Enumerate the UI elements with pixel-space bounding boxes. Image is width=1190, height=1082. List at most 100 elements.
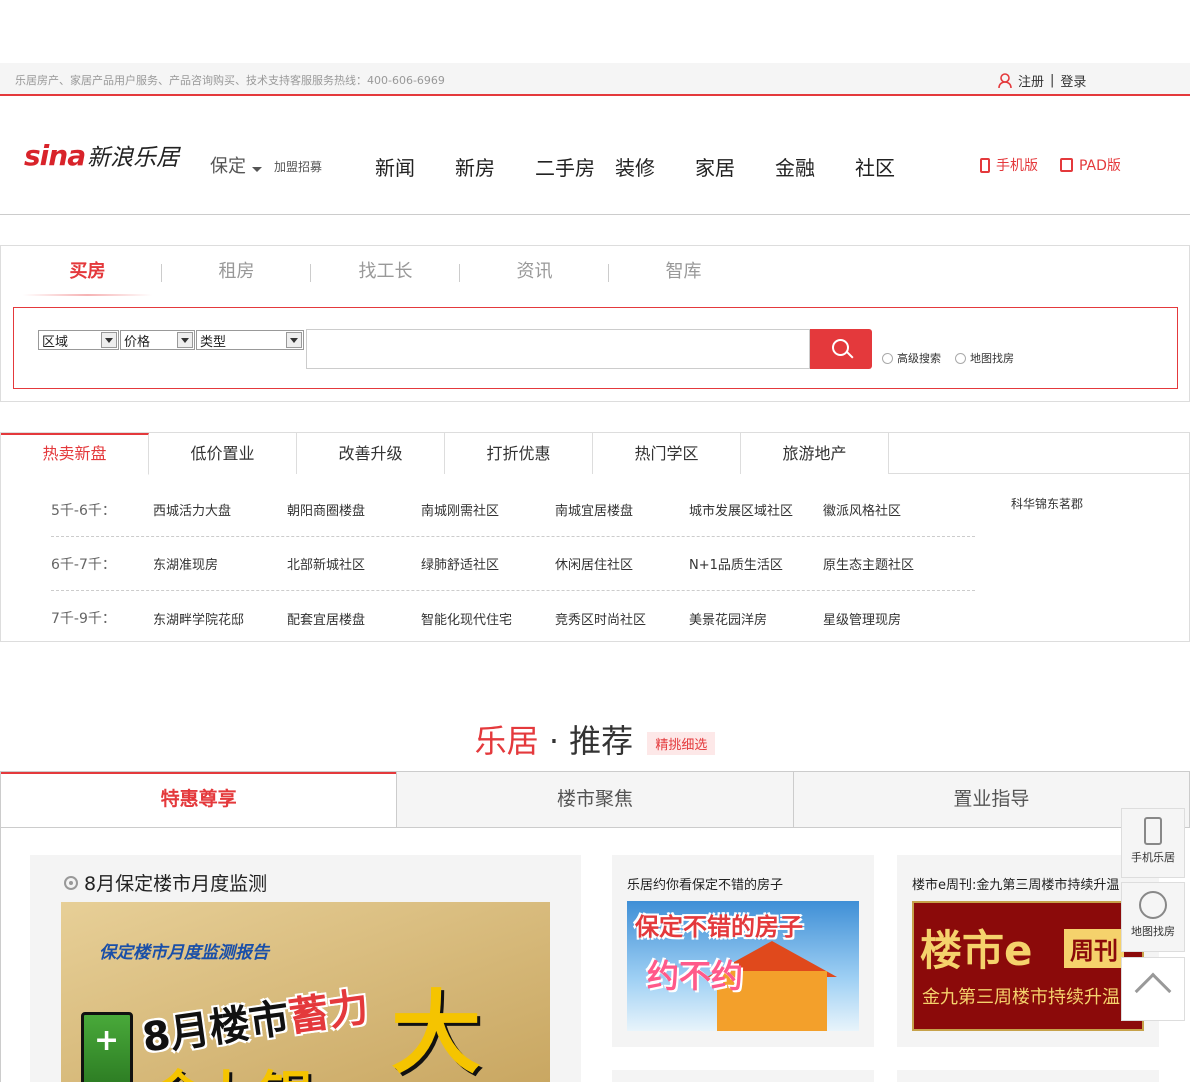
tab-market-focus[interactable]: 楼市聚焦 bbox=[396, 772, 793, 827]
price-select[interactable]: 价格 bbox=[120, 330, 195, 350]
chevron-down-icon bbox=[252, 166, 262, 172]
search-panel: 买房 租房 找工长 资讯 智库 区域 价格 类型 高级搜索 地图找房 bbox=[0, 245, 1190, 402]
target-icon bbox=[64, 875, 78, 890]
type-select[interactable]: 类型 bbox=[196, 330, 304, 350]
listing-link[interactable]: 朝阳商圈楼盘 bbox=[287, 500, 421, 519]
float-mobile-leju[interactable]: 手机乐居 bbox=[1121, 808, 1185, 878]
feature-card-title: 8月保定楼市月度监测 bbox=[64, 869, 267, 896]
listing-link[interactable]: 西城活力大盘 bbox=[153, 500, 287, 519]
news-card[interactable]: 乐居约你看保定不错的房子 保定不错的房子 约不约 bbox=[612, 855, 874, 1047]
float-mobile-label: 手机乐居 bbox=[1131, 851, 1175, 864]
image-text: 金九第三周楼市持续升温 bbox=[922, 987, 1120, 1008]
tab-special-offers[interactable]: 特惠尊享 bbox=[1, 772, 397, 827]
tab-rent[interactable]: 租房 bbox=[162, 260, 311, 290]
phone-icon bbox=[1144, 817, 1162, 845]
image-text: 保定不错的房子 bbox=[635, 913, 803, 941]
feature-poster-image[interactable]: 保定楼市月度监测报告 + 8月楼市蓄力 大 金九银 bbox=[61, 902, 550, 1082]
header: sina 新浪乐居 保定 加盟招募 新闻 新房 二手房 装修 家居 金融 社区 … bbox=[0, 97, 1190, 215]
join-link[interactable]: 加盟招募 bbox=[274, 158, 322, 175]
tab-discount[interactable]: 打折优惠 bbox=[445, 433, 593, 474]
phone-icon bbox=[980, 157, 990, 173]
listing-link[interactable]: 绿肺舒适社区 bbox=[421, 554, 555, 573]
news-card-image[interactable]: 保定不错的房子 约不约 bbox=[627, 901, 859, 1031]
tab-buy[interactable]: 买房 bbox=[13, 260, 162, 296]
news-card bbox=[612, 1070, 874, 1082]
map-search-label: 地图找房 bbox=[970, 352, 1014, 365]
listing-link[interactable]: 南城宜居楼盘 bbox=[555, 500, 689, 519]
nav-finance[interactable]: 金融 bbox=[775, 152, 855, 181]
poster-big-char: 大 bbox=[391, 981, 481, 1082]
search-tabs: 买房 租房 找工长 资讯 智库 bbox=[13, 260, 758, 296]
nav-second-hand[interactable]: 二手房 bbox=[535, 152, 615, 181]
nav-community[interactable]: 社区 bbox=[855, 152, 935, 181]
back-to-top-button[interactable] bbox=[1121, 957, 1185, 1021]
zoom-icon bbox=[882, 352, 893, 364]
listing-link[interactable]: 东湖畔学院花邸 bbox=[153, 609, 287, 628]
nav-new-homes[interactable]: 新房 bbox=[455, 152, 535, 181]
nav-decoration[interactable]: 装修 bbox=[615, 152, 695, 181]
tab-tourism[interactable]: 旅游地产 bbox=[741, 433, 889, 474]
listing-link[interactable]: 配套宜居楼盘 bbox=[287, 609, 421, 628]
listing-link[interactable]: 徽派风格社区 bbox=[823, 500, 957, 519]
user-links: 注册 | 登录 bbox=[998, 71, 1086, 90]
map-search-link[interactable]: 地图找房 bbox=[955, 350, 1014, 366]
tab-contractor[interactable]: 找工长 bbox=[311, 260, 460, 290]
chevron-down-icon bbox=[101, 332, 117, 348]
chevron-up-icon bbox=[1134, 972, 1172, 1010]
listing-link[interactable]: 竞秀区时尚社区 bbox=[555, 609, 689, 628]
listing-link[interactable]: 美景花园洋房 bbox=[689, 609, 823, 628]
listing-link[interactable]: 休闲居住社区 bbox=[555, 554, 689, 573]
tab-upgrade[interactable]: 改善升级 bbox=[297, 433, 445, 474]
price-row: 7千-9千： 东湖畔学院花邸 配套宜居楼盘 智能化现代住宅 竞秀区时尚社区 美景… bbox=[51, 591, 975, 645]
search-extra-links: 高级搜索 地图找房 bbox=[882, 350, 1014, 366]
price-select-value: 价格 bbox=[124, 334, 151, 350]
search-input[interactable] bbox=[306, 329, 810, 369]
tab-info[interactable]: 资讯 bbox=[460, 260, 609, 290]
image-text: 楼市e bbox=[920, 926, 1033, 975]
poster-brand: 保定楼市月度监测报告 bbox=[99, 943, 269, 963]
poster-headline-b: 蓄力 bbox=[285, 984, 372, 1042]
listing-link[interactable]: 智能化现代住宅 bbox=[421, 609, 555, 628]
location-pin-icon bbox=[955, 352, 966, 364]
listing-link[interactable]: 星级管理现房 bbox=[823, 609, 957, 628]
listing-link[interactable]: 南城刚需社区 bbox=[421, 500, 555, 519]
price-range: 6千-7千： bbox=[51, 556, 116, 573]
listing-link[interactable]: 原生态主题社区 bbox=[823, 554, 957, 573]
pad-version-link[interactable]: PAD版 bbox=[1060, 155, 1121, 175]
globe-icon bbox=[1139, 891, 1167, 919]
mobile-version-link[interactable]: 手机版 bbox=[980, 155, 1038, 175]
news-card-title: 楼市e周刊:金九第三周楼市持续升温 bbox=[912, 878, 1120, 893]
site-logo[interactable]: sina 新浪乐居 bbox=[24, 135, 179, 175]
city-selector[interactable]: 保定 bbox=[210, 152, 262, 178]
nav-news[interactable]: 新闻 bbox=[375, 152, 455, 181]
news-card[interactable]: 楼市e周刊:金九第三周楼市持续升温 楼市e 周刊 金九第三周楼市持续升温 bbox=[897, 855, 1159, 1047]
featured-listing-link[interactable]: 科华锦东茗郡 bbox=[1011, 495, 1083, 512]
chevron-down-icon bbox=[286, 332, 302, 348]
district-select-value: 区域 bbox=[42, 334, 69, 350]
district-select[interactable]: 区域 bbox=[38, 330, 119, 350]
listing-tabs: 热卖新盘 低价置业 改善升级 打折优惠 热门学区 旅游地产 bbox=[1, 433, 1189, 475]
poster-bottom-text: 金九银 bbox=[151, 1052, 313, 1082]
login-link[interactable]: 登录 bbox=[1060, 71, 1086, 90]
search-button[interactable] bbox=[810, 329, 872, 369]
listing-link[interactable]: N+1品质生活区 bbox=[689, 554, 823, 573]
listing-link[interactable]: 北部新城社区 bbox=[287, 554, 421, 573]
tab-school-district[interactable]: 热门学区 bbox=[593, 433, 741, 474]
search-icon-handle bbox=[846, 351, 854, 359]
nav-home[interactable]: 家居 bbox=[695, 152, 775, 181]
main-nav: 新闻 新房 二手房 装修 家居 金融 社区 bbox=[375, 152, 935, 181]
price-row: 6千-7千： 东湖准现房 北部新城社区 绿肺舒适社区 休闲居住社区 N+1品质生… bbox=[51, 537, 975, 591]
listing-link[interactable]: 东湖准现房 bbox=[153, 554, 287, 573]
listing-link[interactable]: 城市发展区域社区 bbox=[689, 500, 823, 519]
float-map-search[interactable]: 地图找房 bbox=[1121, 882, 1185, 952]
news-card-image[interactable]: 楼市e 周刊 金九第三周楼市持续升温 bbox=[912, 901, 1144, 1031]
tab-think-tank[interactable]: 智库 bbox=[609, 260, 758, 290]
chevron-down-icon bbox=[177, 332, 193, 348]
tab-low-price[interactable]: 低价置业 bbox=[149, 433, 297, 474]
feature-card[interactable]: 8月保定楼市月度监测 保定楼市月度监测报告 + 8月楼市蓄力 大 金九银 bbox=[30, 855, 581, 1082]
user-icon bbox=[998, 72, 1012, 88]
tab-hot-new[interactable]: 热卖新盘 bbox=[1, 433, 149, 475]
register-link[interactable]: 注册 bbox=[1018, 71, 1044, 90]
city-name: 保定 bbox=[210, 156, 246, 177]
advanced-search-link[interactable]: 高级搜索 bbox=[882, 350, 941, 366]
